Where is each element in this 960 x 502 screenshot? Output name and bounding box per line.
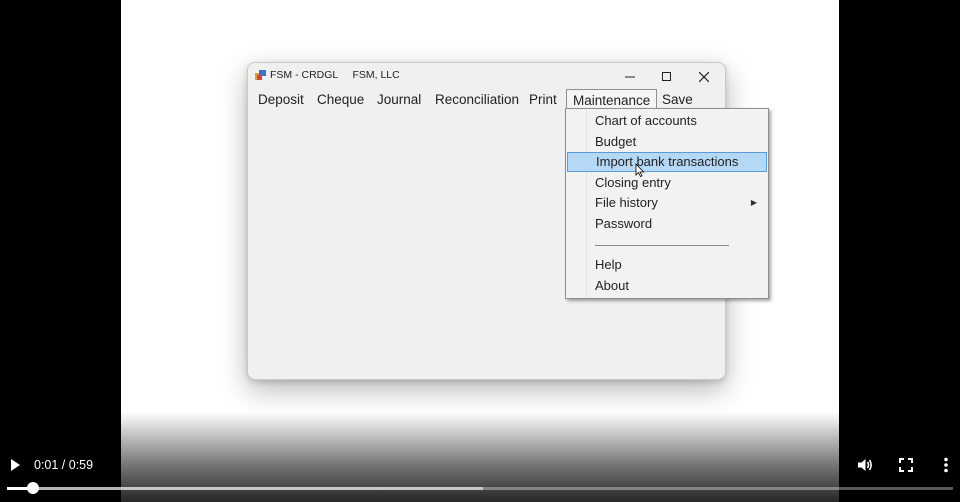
close-button[interactable]	[686, 63, 722, 89]
app-icon	[255, 70, 266, 80]
menu-item-file-history[interactable]: File history ▶	[567, 193, 765, 212]
window-title: FSM - CRDGL FSM, LLC	[270, 69, 400, 81]
maintenance-dropdown: Chart of accounts Budget Import bank tra…	[565, 108, 769, 299]
menu-cheque[interactable]: Cheque	[311, 89, 370, 111]
menu-print[interactable]: Print	[523, 89, 563, 111]
play-icon[interactable]	[8, 457, 22, 473]
more-options-icon[interactable]	[937, 456, 955, 474]
minimize-button[interactable]	[612, 63, 648, 89]
progress-bar[interactable]	[7, 487, 953, 490]
volume-icon[interactable]	[856, 456, 874, 474]
title-bar[interactable]: FSM - CRDGL FSM, LLC	[248, 63, 725, 89]
menu-deposit[interactable]: Deposit	[252, 89, 310, 111]
fullscreen-icon[interactable]	[897, 456, 915, 474]
menu-item-password[interactable]: Password	[567, 214, 765, 233]
time-display: 0:01 / 0:59	[34, 458, 94, 472]
menu-journal[interactable]: Journal	[371, 89, 427, 111]
close-icon	[698, 71, 710, 82]
menu-separator	[595, 245, 729, 246]
minimize-icon	[625, 76, 635, 78]
maximize-button[interactable]	[649, 63, 685, 89]
menu-item-budget[interactable]: Budget	[567, 132, 765, 151]
menu-item-help[interactable]: Help	[567, 255, 765, 274]
mouse-cursor-icon	[635, 163, 645, 177]
menu-item-about[interactable]: About	[567, 276, 765, 295]
company-name: FSM, LLC	[352, 69, 400, 81]
menu-item-import-bank-transactions[interactable]: Import bank transactions	[567, 152, 767, 172]
menu-item-chart-of-accounts[interactable]: Chart of accounts	[567, 111, 765, 130]
maximize-icon	[662, 71, 671, 81]
progress-buffered	[7, 487, 483, 490]
menu-reconciliation[interactable]: Reconciliation	[429, 89, 525, 111]
menu-item-closing-entry[interactable]: Closing entry	[567, 173, 765, 192]
submenu-arrow-icon: ▶	[750, 198, 757, 207]
